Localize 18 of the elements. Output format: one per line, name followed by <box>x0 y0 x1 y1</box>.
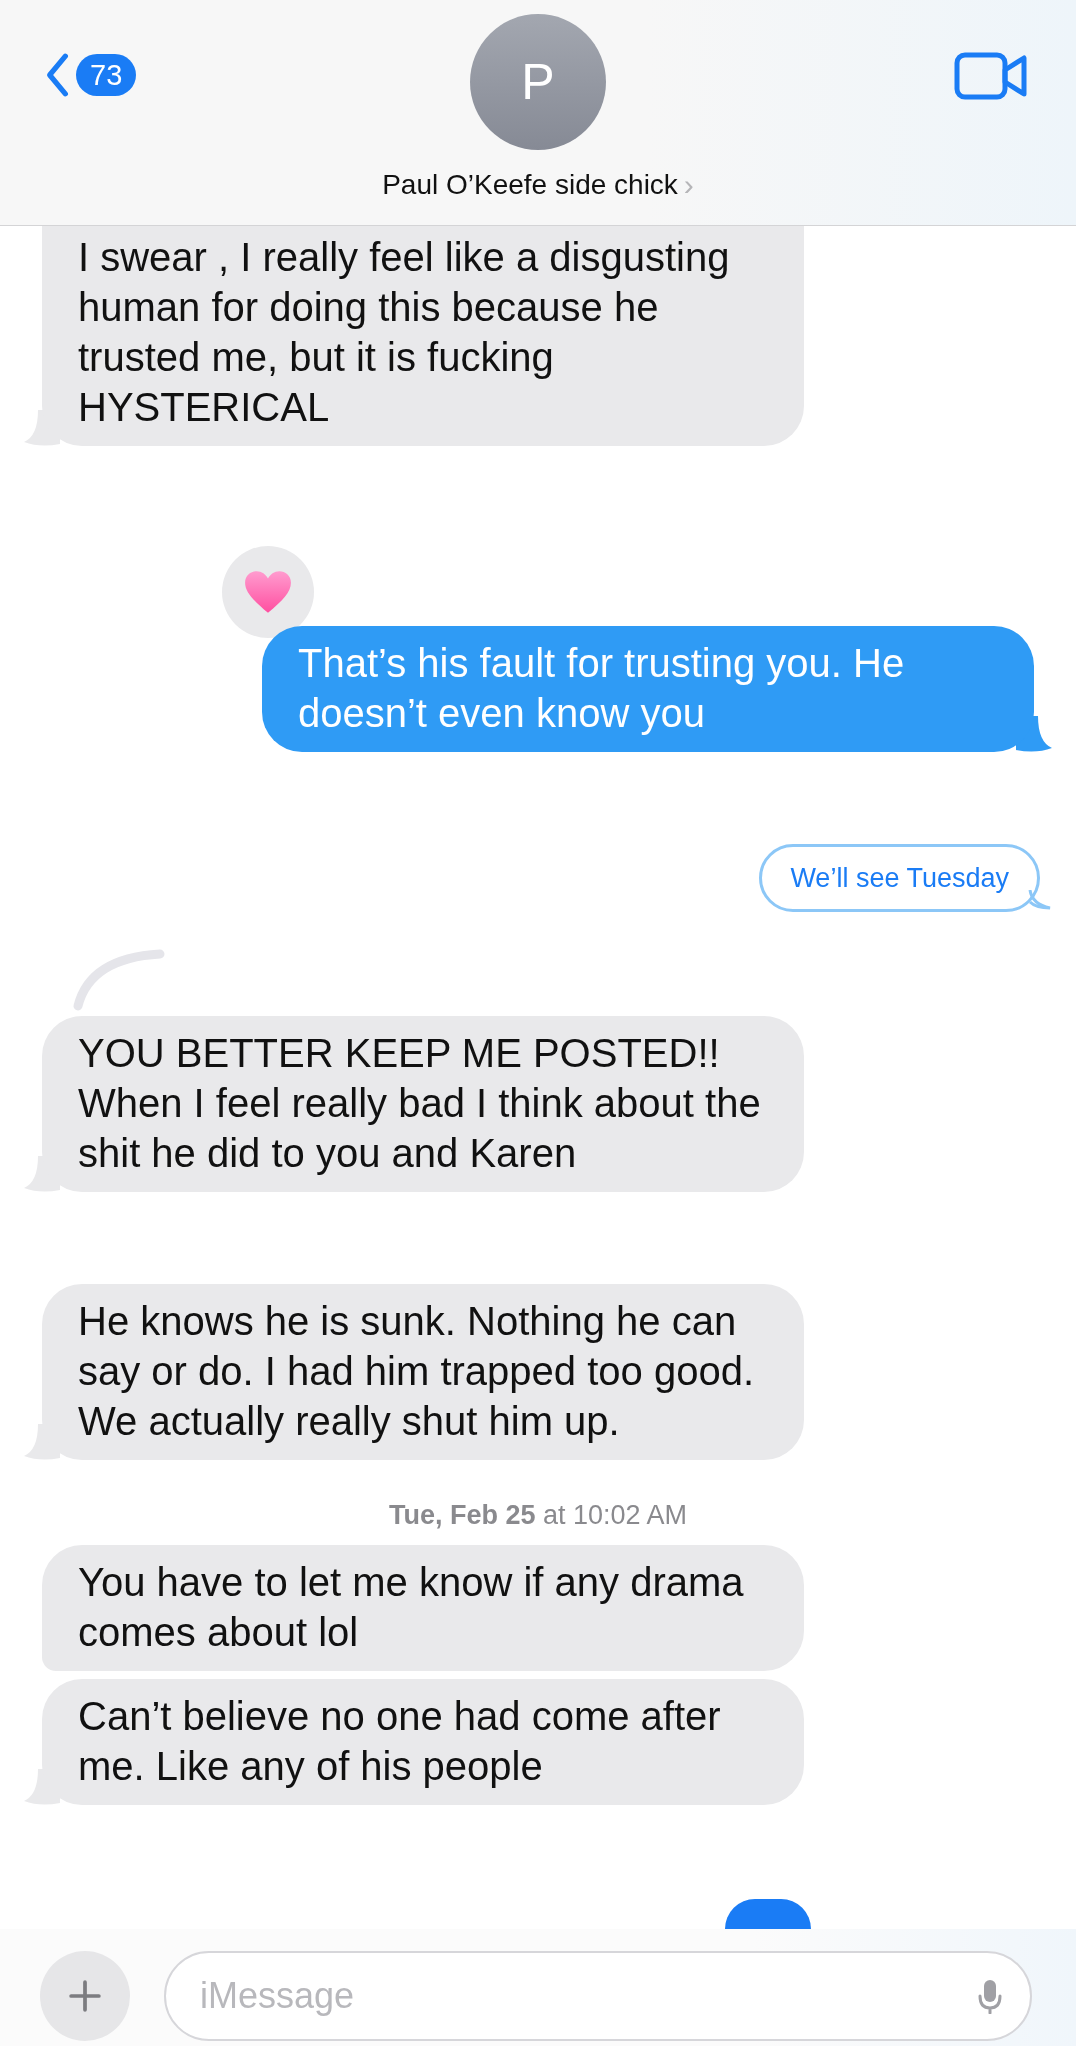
contact-avatar[interactable]: P <box>470 14 606 150</box>
sent-message: We’ll see Tuesday <box>759 844 1040 912</box>
received-message: YOU BETTER KEEP ME POSTED!! When I feel really bad I think about the shit he did to you and Karen <box>42 1016 804 1192</box>
contact-name[interactable]: Paul O’Keefe side chick <box>382 169 678 201</box>
received-message: He knows he is sunk. Nothing he can say or do. I had him trapped too good. We actually really shut him up. <box>42 1284 804 1460</box>
back-icon[interactable] <box>44 52 70 98</box>
sent-message: That’s his fault for trusting you. He doesn’t even know you <box>262 626 1034 752</box>
video-call-icon[interactable] <box>954 50 1028 102</box>
received-message: I swear , I really feel like a disgusting human for doing this because he trusted me, but it is fucking HYSTERICAL <box>42 226 804 446</box>
received-message: Can’t believe no one had come after me. Like any of his people <box>42 1679 804 1805</box>
message-input-field[interactable]: iMessage <box>164 1951 1032 2041</box>
received-message: You have to let me know if any drama comes about lol <box>42 1545 804 1671</box>
heart-icon <box>243 569 293 615</box>
unread-count-badge[interactable]: 73 <box>76 54 137 96</box>
microphone-icon[interactable] <box>978 1978 1002 2014</box>
timestamp: Tue, Feb 25 at 10:02 AM <box>388 1500 688 1531</box>
scroll-down-button[interactable] <box>725 1899 811 1929</box>
plus-icon <box>69 1980 101 2012</box>
